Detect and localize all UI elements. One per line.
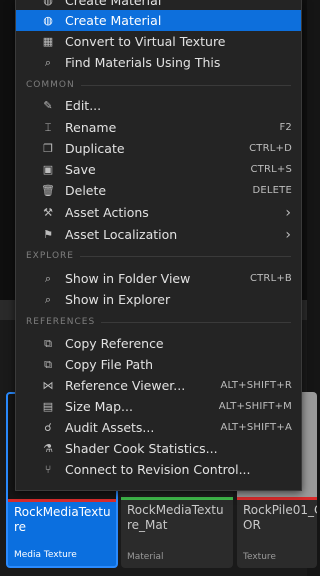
asset-name: RockPile01_COLOR [243, 503, 317, 532]
menu-item-asset-localization[interactable]: ⚑ Asset Localization › [16, 224, 301, 245]
asset-type-color-bar [121, 497, 233, 500]
virtual-texture-icon: ▦ [42, 34, 54, 48]
shader-icon: ⚗ [43, 441, 53, 455]
asset-name: RockMediaTexture [14, 505, 111, 534]
flag-icon: ⚑ [43, 227, 53, 241]
menu-item-connect-revision-control[interactable]: ⑂ Connect to Revision Control... [16, 459, 301, 480]
asset-type-color-bar [8, 499, 116, 502]
menu-item-show-in-explorer[interactable]: ⌕ Show in Explorer [16, 289, 301, 310]
shortcut-text: ALT+SHIFT+A [220, 422, 292, 433]
menu-item-label: Create Material [65, 0, 162, 8]
asset-type-color-bar [237, 497, 317, 500]
menu-item-rename[interactable]: ⌶ Rename F2 [16, 117, 301, 138]
shortcut-text: ALT+SHIFT+M [218, 401, 292, 412]
rename-icon: ⌶ [44, 120, 52, 134]
menu-item-asset-actions[interactable]: ⚒ Asset Actions › [16, 202, 301, 223]
menu-item-label: Save [65, 162, 96, 177]
menu-item-label: Show in Explorer [65, 292, 171, 307]
menu-item-find-materials[interactable]: ⌕ Find Materials Using This [16, 52, 301, 73]
duplicate-icon: ❐ [43, 141, 53, 155]
trash-icon: 🗑 [41, 183, 55, 197]
reference-viewer-icon: ⋈ [42, 378, 54, 392]
audit-icon: ☌ [44, 420, 52, 434]
menu-item-copy-reference[interactable]: ⧉ Copy Reference [16, 333, 301, 354]
shortcut-text: CTRL+S [250, 164, 292, 175]
menu-item-shader-cook-statistics[interactable]: ⚗ Shader Cook Statistics... [16, 438, 301, 459]
menu-item-save[interactable]: ▣ Save CTRL+S [16, 159, 301, 180]
menu-item-audit-assets[interactable]: ☌ Audit Assets... ALT+SHIFT+A [16, 417, 301, 438]
shortcut-text: ALT+SHIFT+R [220, 380, 292, 391]
section-label: EXPLORE [26, 251, 74, 261]
asset-type: Media Texture [14, 550, 77, 560]
menu-item-label: Edit... [65, 98, 102, 113]
menu-item-label: Delete [65, 183, 107, 198]
section-header-references: REFERENCES [26, 317, 291, 327]
section-label: REFERENCES [26, 317, 96, 327]
menu-item-label: Copy Reference [65, 336, 164, 351]
revision-control-icon: ⑂ [44, 462, 52, 476]
section-header-common: COMMON [26, 80, 291, 90]
section-header-explore: EXPLORE [26, 251, 291, 261]
asset-name: RockMediaTexture_Mat [127, 503, 224, 532]
menu-item-convert-virtual-texture[interactable]: ▦ Convert to Virtual Texture [16, 31, 301, 52]
menu-item-duplicate[interactable]: ❐ Duplicate CTRL+D [16, 138, 301, 159]
folder-search-icon: ⌕ [44, 292, 52, 306]
menu-item-label: Show in Folder View [65, 271, 191, 286]
menu-item-label: Copy File Path [65, 357, 154, 372]
menu-item-label: Asset Actions [65, 205, 149, 220]
menu-item-label: Connect to Revision Control... [65, 462, 251, 477]
menu-item-show-in-folder-view[interactable]: ⌕ Show in Folder View CTRL+B [16, 268, 301, 289]
menu-item-label: Rename [65, 120, 117, 135]
asset-type: Material [127, 552, 164, 562]
shortcut-text: DELETE [252, 185, 292, 196]
material-icon: ◍ [43, 0, 53, 7]
menu-item-label: Find Materials Using This [65, 55, 221, 70]
pencil-icon: ✎ [43, 98, 53, 112]
copy-reference-icon: ⧉ [44, 336, 52, 350]
menu-item-edit[interactable]: ✎ Edit... [16, 95, 301, 116]
asset-context-menu: ◍ Create Material ◍ Create Material ▦ Co… [15, 0, 302, 491]
chevron-right-icon: › [285, 204, 291, 221]
menu-item-reference-viewer[interactable]: ⋈ Reference Viewer... ALT+SHIFT+R [16, 375, 301, 396]
shortcut-text: CTRL+D [249, 143, 292, 154]
menu-item-label: Size Map... [65, 399, 133, 414]
menu-item-copy-file-path[interactable]: ⧉ Copy File Path [16, 354, 301, 375]
menu-item-label: Shader Cook Statistics... [65, 441, 218, 456]
chevron-right-icon: › [285, 226, 291, 243]
section-label: COMMON [26, 80, 75, 90]
menu-item-delete[interactable]: 🗑 Delete DELETE [16, 180, 301, 201]
menu-item-label: Create Material [65, 13, 162, 28]
asset-type: Texture [243, 552, 276, 562]
menu-item-label: Duplicate [65, 141, 125, 156]
folder-search-icon: ⌕ [44, 271, 52, 285]
search-icon: ⌕ [44, 55, 52, 69]
shortcut-text: F2 [279, 122, 292, 133]
menu-item-create-material[interactable]: ◍ Create Material [16, 10, 301, 31]
save-icon: ▣ [42, 162, 54, 176]
menu-item-label: Convert to Virtual Texture [65, 34, 226, 49]
menu-item-label: Asset Localization [65, 227, 178, 242]
menu-item-label: Reference Viewer... [65, 378, 186, 393]
menu-item-size-map[interactable]: ▤ Size Map... ALT+SHIFT+M [16, 396, 301, 417]
copy-path-icon: ⧉ [44, 357, 52, 371]
menu-item-label: Audit Assets... [65, 420, 155, 435]
shortcut-text: CTRL+B [249, 273, 292, 284]
wrench-icon: ⚒ [43, 205, 53, 219]
material-icon: ◍ [43, 13, 53, 27]
size-map-icon: ▤ [42, 399, 54, 413]
